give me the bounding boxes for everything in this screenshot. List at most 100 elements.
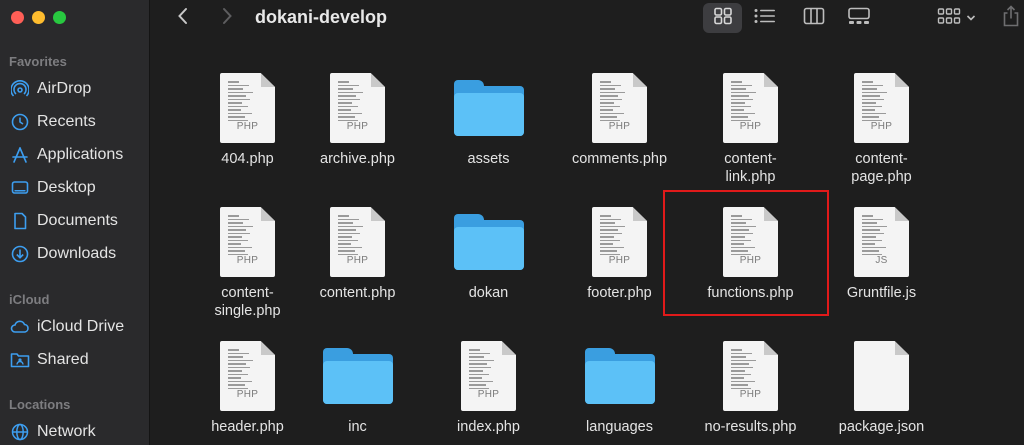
favorites-section-label: Favorites [9, 54, 67, 69]
sidebar-item-recents[interactable]: Recents [0, 107, 150, 137]
list-view-button[interactable] [747, 3, 783, 33]
file-name-label: footer.php [587, 285, 652, 301]
document-file-icon: PHP [723, 73, 778, 143]
folder-icon [584, 348, 655, 404]
file-grid: PHP 404.php PHP archive.php assets PHP comment… [151, 38, 1024, 445]
sidebar-item-label: Documents [37, 212, 118, 229]
sidebar-item-shared[interactable]: Shared [0, 345, 150, 375]
file-name-label: inc [348, 419, 367, 435]
icon-wrap [842, 333, 922, 411]
folder-item[interactable]: assets [423, 65, 554, 168]
file-extension-label: PHP [608, 255, 631, 266]
sidebar: Favorites AirDrop Recents Applications D… [0, 0, 150, 445]
file-name-label: content-link.php [724, 151, 777, 185]
file-item[interactable]: PHP functions.php [685, 199, 816, 302]
folder-icon [453, 80, 524, 136]
sidebar-item-label: Recents [37, 113, 96, 130]
icon-wrap: JS [842, 199, 922, 277]
share-icon [1002, 4, 1020, 32]
sidebar-item-label: iCloud Drive [37, 318, 125, 335]
file-item[interactable]: PHP comments.php [554, 65, 685, 168]
back-button[interactable] [171, 6, 195, 30]
toolbar: dokani-develop [151, 0, 1024, 38]
group-by-button[interactable] [931, 3, 981, 33]
file-item[interactable]: PHP content-link.php [685, 65, 816, 186]
folder-item[interactable]: languages [554, 333, 685, 436]
file-name-label: header.php [211, 419, 284, 435]
document-file-icon: PHP [592, 207, 647, 277]
file-extension-label: PHP [739, 255, 762, 266]
sidebar-item-label: Network [37, 423, 96, 440]
icon-wrap: PHP [208, 333, 288, 411]
chevron-left-icon [177, 7, 189, 30]
column-view-button[interactable] [796, 3, 832, 33]
file-item[interactable]: PHP footer.php [554, 199, 685, 302]
sidebar-item-downloads[interactable]: Downloads [0, 239, 150, 269]
folder-icon [453, 214, 524, 270]
file-extension-label: PHP [346, 121, 369, 132]
share-button[interactable] [998, 3, 1024, 33]
icon-view-button[interactable] [703, 3, 742, 33]
columns-icon [803, 7, 825, 30]
desktop-icon [10, 178, 30, 198]
minimize-window-button[interactable] [32, 11, 45, 24]
icon-wrap: PHP [580, 199, 660, 277]
icon-wrap: PHP [711, 65, 791, 143]
file-item[interactable]: PHP index.php [423, 333, 554, 436]
sidebar-item-documents[interactable]: Documents [0, 206, 150, 236]
document-file-icon: PHP [592, 73, 647, 143]
icon-wrap: PHP [711, 333, 791, 411]
window-title: dokani-develop [255, 7, 388, 27]
file-name-label: comments.php [571, 151, 668, 167]
sidebar-item-icloud-drive[interactable]: iCloud Drive [0, 312, 150, 342]
file-name-label: Gruntfile.js [846, 285, 917, 301]
document-file-icon: PHP [220, 341, 275, 411]
document-file-icon: JS [854, 207, 909, 277]
list-icon [754, 8, 776, 29]
icon-wrap: PHP [842, 65, 922, 143]
sidebar-item-airdrop[interactable]: AirDrop [0, 74, 150, 104]
file-extension-label: PHP [236, 121, 259, 132]
file-item[interactable]: PHP content-page.php [816, 65, 947, 186]
file-extension-label: JS [875, 255, 888, 266]
file-item[interactable]: JS Gruntfile.js [816, 199, 947, 302]
zoom-window-button[interactable] [53, 11, 66, 24]
file-item[interactable]: package.json [816, 333, 947, 436]
sidebar-item-applications[interactable]: Applications [0, 140, 150, 170]
icon-wrap [318, 333, 398, 411]
gallery-view-button[interactable] [841, 3, 877, 33]
document-file-icon: PHP [330, 207, 385, 277]
icon-wrap: PHP [208, 65, 288, 143]
close-window-button[interactable] [11, 11, 24, 24]
file-item[interactable]: PHP no-results.php [685, 333, 816, 436]
download-icon [10, 244, 30, 264]
folder-item[interactable]: inc [292, 333, 423, 436]
file-extension-label: PHP [870, 121, 893, 132]
file-name-label: package.json [838, 419, 925, 435]
group-grid-icon [937, 7, 961, 30]
folder-icon [322, 348, 393, 404]
icon-wrap [580, 333, 660, 411]
file-name-label: assets [467, 151, 510, 167]
icon-wrap: PHP [208, 199, 288, 277]
sidebar-item-network[interactable]: Network [0, 417, 150, 445]
file-name-label: content-page.php [851, 151, 912, 185]
chevron-down-icon [966, 9, 976, 27]
document-file-icon: PHP [220, 207, 275, 277]
document-file-icon [854, 341, 909, 411]
file-extension-label: PHP [477, 389, 500, 400]
file-name-label: functions.php [707, 285, 794, 301]
file-name-label: languages [586, 419, 653, 435]
sidebar-item-label: AirDrop [37, 80, 92, 97]
file-item[interactable]: PHP content.php [292, 199, 423, 302]
airdrop-icon [10, 79, 30, 99]
icon-wrap: PHP [318, 65, 398, 143]
forward-button[interactable] [215, 6, 239, 30]
clock-icon [10, 112, 30, 132]
window-controls [11, 11, 66, 24]
sidebar-item-desktop[interactable]: Desktop [0, 173, 150, 203]
file-item[interactable]: PHP archive.php [292, 65, 423, 168]
file-extension-label: PHP [236, 255, 259, 266]
document-file-icon: PHP [461, 341, 516, 411]
folder-item[interactable]: dokan [423, 199, 554, 302]
